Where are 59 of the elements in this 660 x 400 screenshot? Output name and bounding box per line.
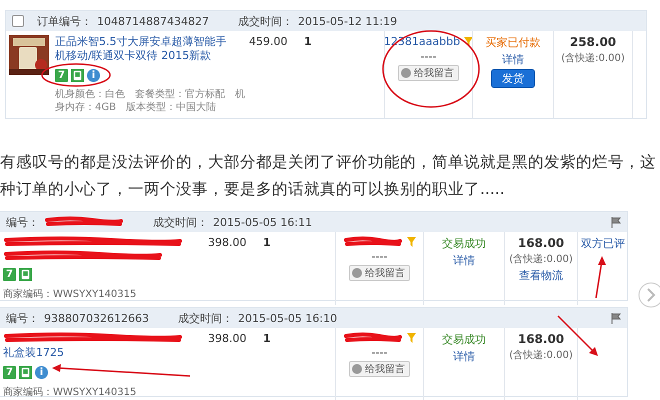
details-link[interactable]: 详情 [502,52,524,67]
merchant-code: 商家编码：WWSYXY140315 [3,386,138,399]
deal-time: 2015-05-05 16:11 [213,216,312,228]
shipping-fee: (含快递:0.00) [509,348,573,362]
ship-button[interactable]: 发货 [491,69,535,88]
shipping-fee: (含快递:0.00) [509,252,573,266]
order-number-label: 编号： [6,214,39,230]
shipping-fee: (含快递:0.00) [561,52,625,65]
evaluation-status[interactable]: 双方已评 [581,236,625,251]
leave-message-button[interactable]: 给我留言 [349,265,410,281]
deal-time: 2015-05-12 11:19 [298,14,398,28]
deal-time-label: 成交时间： [178,310,233,326]
flag-icon[interactable] [611,312,621,324]
unit-price: 398.00 [208,236,246,249]
next-arrow-button[interactable] [638,282,660,308]
product-properties: 机身颜色：白色 套餐类型：官方标配 机身内存：4GB 版本类型：中国大陆 [55,88,246,114]
order-number: 1048714887434827 [97,14,209,28]
order-number-label: 订单编号： [37,14,92,28]
seven-day-badge: 7 [3,366,16,379]
order-number-label: 编号： [6,310,39,326]
checkbox[interactable] [12,15,24,27]
merchant-code: 商家编码：WWSYXY140315 [3,288,138,301]
details-link[interactable]: 详情 [453,253,475,268]
comment-text: 有感叹号的都是没法评价的，大部分都是关闭了评价功能的，简单说就是黑的发紫的烂号，这种订单的小心了，一两个没事，要是多的话就真的可以换别的职业了..... [0,152,657,200]
info-icon[interactable]: i [35,366,48,379]
leave-message-button[interactable]: 给我留言 [398,65,459,81]
deal-time: 2015-05-05 16:10 [238,312,338,324]
total-amount: 168.00 [518,236,564,250]
order-status: 交易成功 [442,332,486,347]
details-link[interactable]: 详情 [453,349,475,364]
product-title[interactable]: 礼盒装1725 [3,346,183,360]
leave-message-button[interactable]: 给我留言 [349,361,410,377]
info-icon[interactable]: i [87,69,100,82]
order-status: 买家已付款 [486,35,540,50]
quantity: 1 [263,332,271,345]
seven-day-badge: 7 [55,69,68,82]
total-amount: 258.00 [570,35,616,49]
buyer-note: ---- [372,346,388,359]
buyer-note: ---- [420,50,436,63]
annotation-arrow [595,256,606,298]
unit-price: 398.00 [208,332,246,345]
funnel-icon[interactable] [464,36,474,46]
message-icon [352,364,362,374]
message-icon [352,268,362,278]
quantity: 1 [304,35,312,48]
message-icon [401,68,411,78]
annotation-circle [41,63,111,87]
deal-time-label: 成交时间： [153,214,208,230]
flag-icon[interactable] [611,216,621,228]
unit-price: 459.00 [249,35,288,48]
quantity: 1 [263,236,271,249]
order-status: 交易成功 [442,236,486,251]
deal-time-label: 成交时间： [238,14,293,28]
product-title[interactable]: 正品米智5.5寸大屏安卓超薄智能手机移动/联通双卡双待 2015新款 [55,35,230,63]
buyer-note: ---- [372,250,388,263]
order-number: 938807032612663 [44,312,149,324]
seven-day-badge: 7 [3,268,16,281]
total-amount: 168.00 [518,332,564,346]
logistics-link[interactable]: 查看物流 [519,268,563,283]
